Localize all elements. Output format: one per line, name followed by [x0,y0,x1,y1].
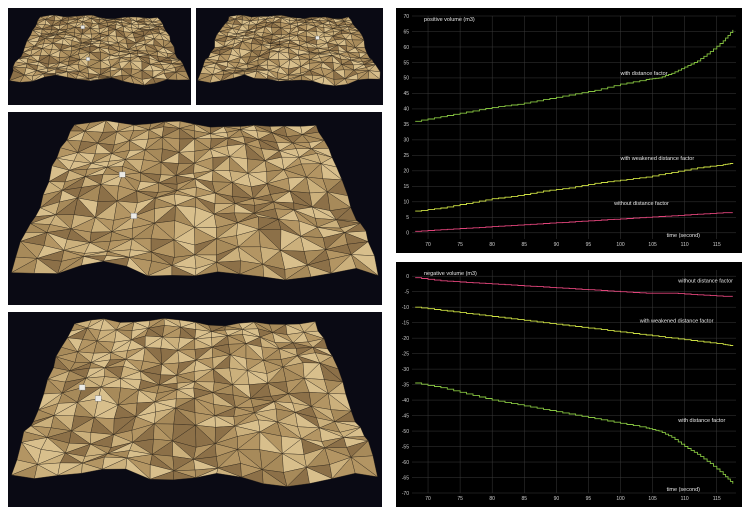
terrain-mesh [9,15,190,86]
y-tick-label: -35 [402,382,409,388]
x-tick-label: 100 [616,496,625,502]
terrain-panel-top-left [8,8,191,105]
terrain-panel-middle [8,112,382,305]
series-line-0 [415,29,734,122]
terrain-facet [76,78,90,81]
y-tick-label: -25 [402,351,409,357]
series-label-0: with distance factor [620,71,668,77]
positive-volume-plot: 70 75 80 85 90 95 100 105 110 115 0 5 10 15 20 25 30 35 40… [403,14,736,248]
y-axis-title: positive volume (m3) [424,17,475,23]
x-tick-label: 90 [554,496,560,502]
x-tick-label: 85 [521,496,527,502]
y-tick-label: 35 [403,122,409,128]
y-tick-label: 55 [403,60,409,66]
x-tick-label: 80 [489,496,495,502]
x-tick-label: 115 [713,496,721,502]
y-tick-label: 45 [403,91,409,97]
series-label-2: without distance factor [613,201,669,207]
series-label-1: with weakened distance factor [639,319,714,325]
negative-volume-chart: 70 75 80 85 90 95 100 105 110 115 0 -5 -10 -15 -20 -25 -… [396,262,742,507]
x-tick-label: 70 [425,496,431,502]
terrain-marker [80,25,85,29]
y-tick-label: -15 [402,320,409,326]
x-tick-label: 95 [586,496,592,502]
y-tick-label: 10 [403,200,409,206]
series-line-2 [415,212,733,232]
y-tick-label: -10 [402,305,409,311]
terrain-marker [119,171,126,178]
terrain-marker [78,384,86,391]
series-label-2: with distance factor [677,418,725,424]
y-tick-label: 50 [403,76,409,82]
x-tick-label: 105 [648,496,657,502]
x-tick-label: 100 [616,242,625,248]
y-tick-label: 30 [403,138,409,144]
series-label-0: without distance factor [677,278,733,284]
x-tick-label: 75 [457,496,463,502]
y-tick-label: 60 [403,45,409,51]
x-axis-title: time (second) [667,233,700,239]
x-tick-label: 85 [521,242,527,248]
x-tick-label: 70 [425,242,431,248]
negative-volume-plot: 70 75 80 85 90 95 100 105 110 115 0 -5 -10 -15 -20 -25 -… [402,270,736,502]
terrain-mesh [197,15,381,86]
x-tick-label: 105 [648,242,657,248]
x-tick-label: 110 [681,496,689,502]
y-tick-label: -45 [402,413,409,419]
terrain-marker [315,35,320,40]
series-line-2 [415,382,734,484]
terrain-panel-bottom [8,312,382,507]
y-tick-label: 0 [406,231,409,237]
y-tick-label: 0 [406,274,409,280]
terrain-panel-top-right [196,8,383,105]
terrain-facet [344,78,359,85]
terrain-marker [85,57,91,61]
series-line-1 [415,306,734,346]
positive-volume-chart: 70 75 80 85 90 95 100 105 110 115 0 5 10 15 20 25 30 35 40… [396,8,742,253]
x-tick-label: 80 [489,242,495,248]
y-tick-label: 70 [403,14,409,20]
y-tick-label: -70 [402,491,409,497]
x-tick-label: 90 [554,242,560,248]
y-tick-label: 25 [403,153,409,159]
y-tick-label: 40 [403,107,409,113]
terrain-marker [130,212,138,219]
y-tick-label: -60 [402,460,409,466]
terrain-mesh [11,318,378,487]
y-tick-label: -55 [402,444,409,450]
y-tick-label: -20 [402,336,409,342]
terrain-mesh [11,120,379,281]
y-tick-label: -40 [402,398,409,404]
x-tick-label: 115 [713,242,721,248]
y-tick-label: -5 [405,289,410,295]
series-line-1 [415,163,734,212]
y-tick-label: 15 [403,184,409,190]
y-tick-label: -50 [402,429,409,435]
y-tick-label: 65 [403,29,409,35]
y-tick-label: -65 [402,475,409,481]
terrain-marker [94,395,102,402]
x-axis-title: time (second) [667,487,700,493]
y-tick-label: 20 [403,169,409,175]
y-tick-label: -30 [402,367,409,373]
x-tick-label: 75 [457,242,463,248]
y-axis-title: negative volume (m3) [424,271,477,277]
x-tick-label: 95 [586,242,592,248]
y-tick-label: 5 [406,215,409,221]
x-tick-label: 110 [681,242,689,248]
series-label-1: with weakened distance factor [620,156,695,162]
